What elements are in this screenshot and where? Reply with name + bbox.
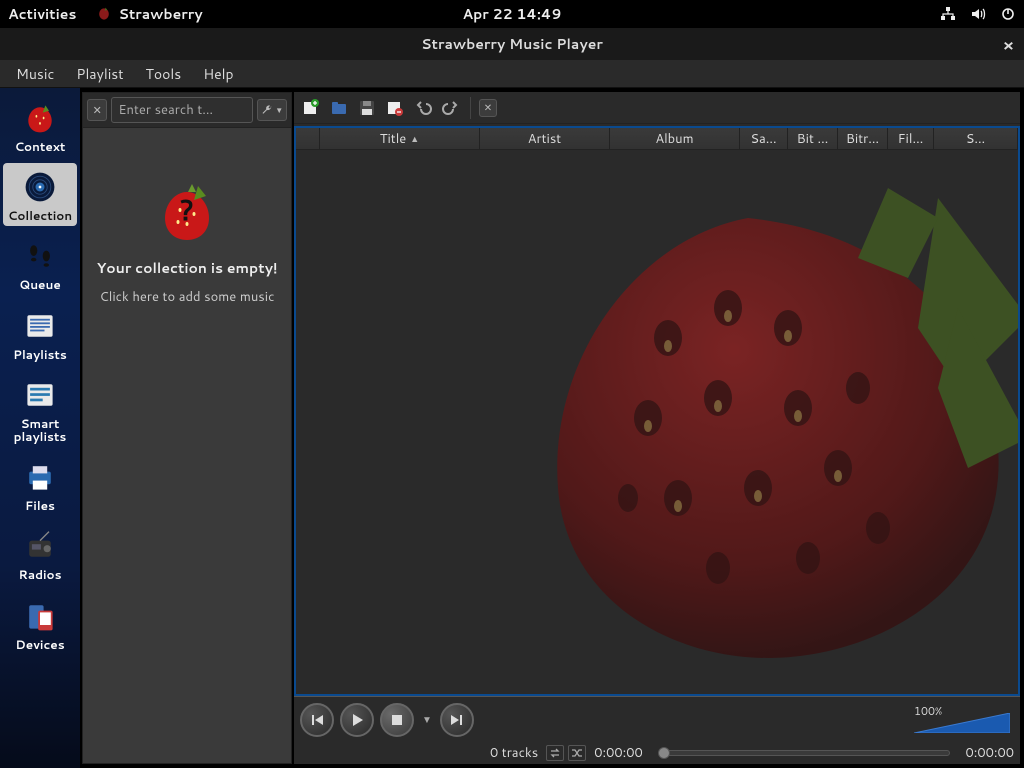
col-filetype[interactable]: Fil… [888, 128, 934, 149]
playlist-icon [22, 308, 58, 344]
collection-empty-area[interactable]: ? Your collection is empty! Click here t… [83, 128, 291, 763]
radio-icon [22, 528, 58, 564]
window-title-bar: Strawberry Music Player × [0, 28, 1024, 60]
network-icon[interactable] [940, 6, 956, 22]
sidebar-item-playlists[interactable]: Playlists [3, 302, 77, 365]
sort-ascending-icon: ▲ [410, 132, 419, 145]
playback-controls: ▼ 100% [294, 696, 1020, 742]
activities-button[interactable]: Activities [8, 4, 76, 24]
col-samplerate[interactable]: Sa… [740, 128, 788, 149]
playlist-table[interactable]: Title▲ Artist Album Sa… Bit … Bitr… Fil…… [294, 126, 1020, 696]
menu-playlist[interactable]: Playlist [66, 60, 133, 88]
elapsed-time: 0:00:00 [594, 744, 643, 762]
window-title: Strawberry Music Player [421, 34, 603, 54]
sidebar-item-smart-playlists[interactable]: Smart playlists [3, 371, 77, 447]
sidebar-item-collection[interactable]: Collection [3, 163, 77, 226]
app-name-label: Strawberry [118, 4, 202, 24]
sidebar-item-devices[interactable]: Devices [3, 592, 77, 655]
stop-after-dropdown[interactable]: ▼ [420, 703, 434, 737]
undo-button[interactable] [412, 97, 434, 119]
power-icon[interactable] [1000, 6, 1016, 22]
sidebar-item-label: Radios [18, 568, 61, 581]
sidebar-item-label: Playlists [13, 348, 67, 361]
collection-search-input[interactable] [111, 97, 253, 123]
sidebar-item-queue[interactable]: Queue [3, 232, 77, 295]
empty-title: Your collection is empty! [97, 258, 278, 278]
status-bar: 0 tracks 0:00:00 0:00:00 [294, 742, 1020, 764]
previous-button[interactable] [300, 703, 334, 737]
sidebar-item-label: Files [25, 499, 55, 512]
sidebar-item-label: Queue [19, 278, 61, 291]
collection-panel: ✕ ▼ ? Your collection is empty! Click he… [82, 92, 292, 764]
sidebar-item-context[interactable]: Context [3, 94, 77, 157]
repeat-button[interactable] [546, 745, 564, 761]
window-close-button[interactable]: × [1003, 34, 1014, 57]
col-artist[interactable]: Artist [480, 128, 610, 149]
clock[interactable]: Apr 22 14:49 [344, 4, 680, 24]
empty-subtitle: Click here to add some music [100, 288, 275, 306]
open-playlist-button[interactable] [328, 97, 350, 119]
close-tab-button[interactable]: ✕ [479, 99, 497, 117]
footsteps-icon [22, 238, 58, 274]
sidebar-item-label: Collection [8, 209, 72, 222]
next-button[interactable] [440, 703, 474, 737]
col-bitdepth[interactable]: Bit … [788, 128, 838, 149]
redo-button[interactable] [440, 97, 462, 119]
shuffle-button[interactable] [568, 745, 586, 761]
menu-music[interactable]: Music [6, 60, 64, 88]
menu-help[interactable]: Help [193, 60, 243, 88]
toolbar-separator [470, 97, 471, 119]
stop-button[interactable] [380, 703, 414, 737]
playlist-area: ✕ Title▲ Artist Album Sa… Bit … Bitr… Fi… [294, 92, 1020, 764]
strawberry-icon [22, 100, 58, 136]
sidebar-item-label: Devices [15, 638, 64, 651]
devices-icon [22, 598, 58, 634]
volume-control[interactable]: 100% [914, 705, 1014, 735]
collection-toolbar: ✕ ▼ [83, 93, 291, 128]
col-title[interactable]: Title▲ [320, 128, 480, 149]
printer-icon [22, 459, 58, 495]
col-bitrate[interactable]: Bitr… [838, 128, 888, 149]
save-playlist-button[interactable] [356, 97, 378, 119]
total-time: 0:00:00 [966, 744, 1015, 762]
clear-playlist-button[interactable] [384, 97, 406, 119]
col-source[interactable]: S… [934, 128, 1018, 149]
col-album[interactable]: Album [610, 128, 740, 149]
sidebar-item-label: Smart playlists [5, 417, 75, 443]
strawberry-question-icon: ? [152, 178, 222, 248]
collection-options-button[interactable]: ▼ [257, 99, 287, 121]
menu-tools[interactable]: Tools [136, 60, 192, 88]
sidebar-item-label: Context [15, 140, 66, 153]
track-count: 0 tracks [490, 744, 538, 762]
playlist-header-row: Title▲ Artist Album Sa… Bit … Bitr… Fil…… [296, 128, 1018, 150]
vinyl-icon [22, 169, 58, 205]
clear-search-button[interactable]: ✕ [87, 99, 107, 121]
smart-playlist-icon [22, 377, 58, 413]
app-menu[interactable]: Strawberry [96, 4, 202, 24]
svg-text:?: ? [180, 190, 194, 230]
new-playlist-button[interactable] [300, 97, 322, 119]
seek-slider[interactable] [659, 750, 950, 756]
menubar: Music Playlist Tools Help [0, 60, 1024, 88]
sidebar: Context Collection Queue Playlists Smart… [0, 88, 80, 768]
seek-knob[interactable] [658, 747, 670, 759]
sidebar-item-radios[interactable]: Radios [3, 522, 77, 585]
sidebar-item-files[interactable]: Files [3, 453, 77, 516]
playlist-toolbar: ✕ [294, 92, 1020, 124]
desktop-top-bar: Activities Strawberry Apr 22 14:49 [0, 0, 1024, 28]
play-button[interactable] [340, 703, 374, 737]
col-indicator[interactable] [296, 128, 320, 149]
volume-icon[interactable] [970, 6, 986, 22]
background-strawberry-image [518, 158, 1020, 678]
strawberry-icon [96, 6, 112, 22]
